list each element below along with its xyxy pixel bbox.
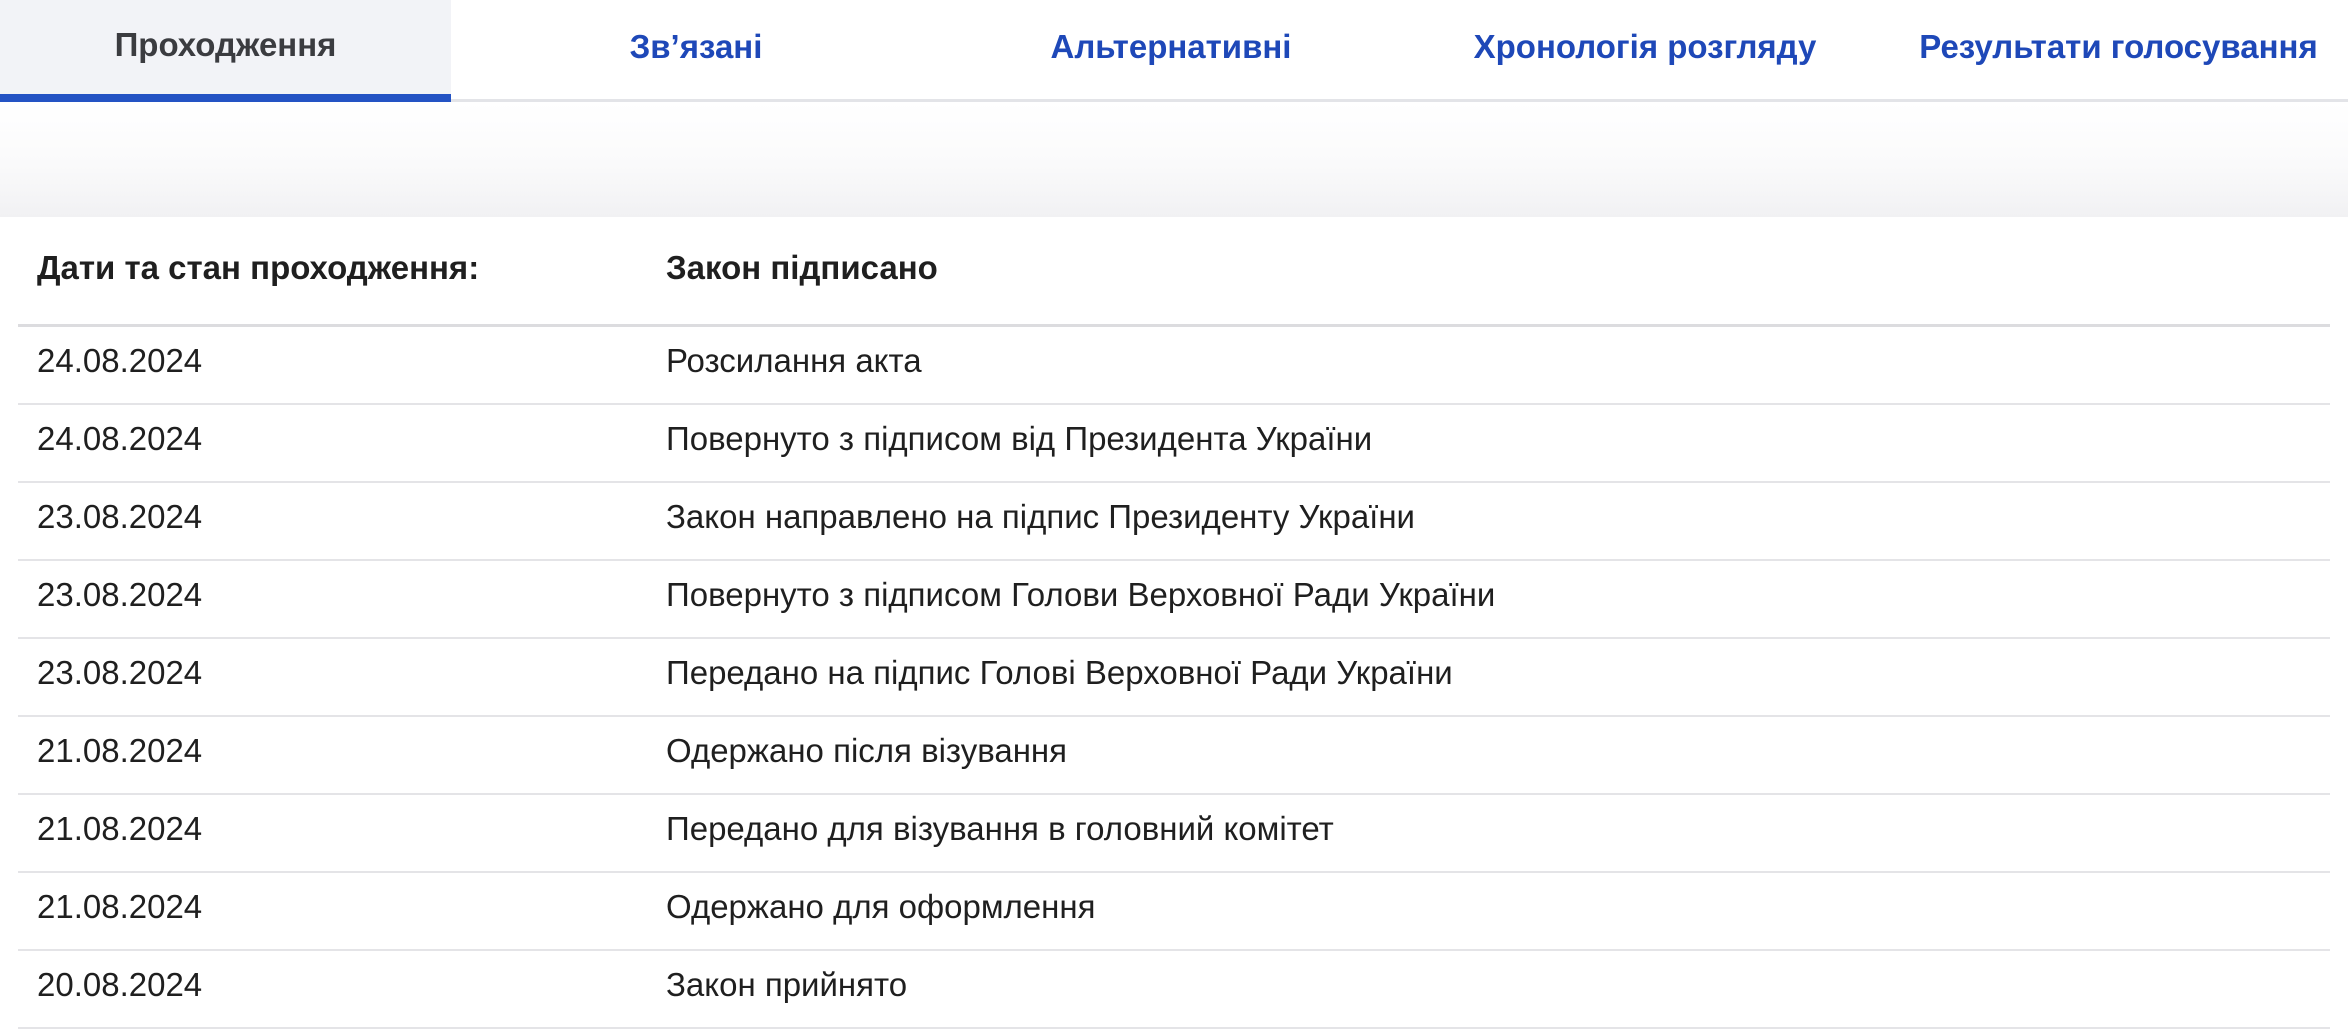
- row-date: 21.08.2024: [37, 732, 203, 769]
- tab-review-chronology[interactable]: Хронологія розгляду: [1401, 0, 1889, 99]
- row-date: 24.08.2024: [37, 342, 203, 379]
- row-date: 24.08.2024: [37, 420, 203, 457]
- section-spacer: [0, 102, 2348, 217]
- row-status: Повернуто з підписом від Президента Укра…: [666, 420, 1373, 457]
- table-row: 20.08.2024 Закон прийнято: [18, 951, 2330, 1029]
- tab-related[interactable]: Зв’язані: [451, 0, 941, 99]
- row-date: 23.08.2024: [37, 576, 203, 613]
- tab-passage[interactable]: Проходження: [0, 0, 451, 102]
- row-date: 21.08.2024: [37, 888, 203, 925]
- row-status: Одержано для оформлення: [666, 888, 1096, 925]
- tab-alternative[interactable]: Альтернативні: [941, 0, 1401, 99]
- row-date: 21.08.2024: [37, 810, 203, 847]
- row-status: Закон прийнято: [666, 966, 908, 1003]
- row-status: Закон направлено на підпис Президенту Ук…: [666, 498, 1415, 535]
- passage-table: Дати та стан проходження: Закон підписан…: [18, 217, 2330, 1029]
- row-status: Одержано після візування: [666, 732, 1068, 769]
- tab-label: Проходження: [114, 25, 337, 63]
- passage-label: Дати та стан проходження:: [37, 248, 480, 286]
- tab-label: Альтернативні: [1050, 27, 1292, 65]
- table-row: 21.08.2024 Передано для візування в голо…: [18, 795, 2330, 873]
- table-row: 23.08.2024 Закон направлено на підпис Пр…: [18, 483, 2330, 561]
- row-date: 23.08.2024: [37, 654, 203, 691]
- table-row: 24.08.2024 Розсилання акта: [18, 327, 2330, 405]
- table-row: 21.08.2024 Одержано для оформлення: [18, 873, 2330, 951]
- tab-label: Зв’язані: [629, 27, 763, 65]
- table-row: 24.08.2024 Повернуто з підписом від През…: [18, 405, 2330, 483]
- row-status: Розсилання акта: [666, 342, 922, 379]
- passage-status: Закон підписано: [666, 248, 938, 286]
- row-status: Передано для візування в головний коміте…: [666, 810, 1334, 847]
- row-date: 20.08.2024: [37, 966, 203, 1003]
- tab-label: Хронологія розгляду: [1473, 27, 1817, 65]
- row-status: Повернуто з підписом Голови Верховної Ра…: [666, 576, 1496, 613]
- table-header-row: Дати та стан проходження: Закон підписан…: [18, 217, 2330, 327]
- table-row: 23.08.2024 Повернуто з підписом Голови В…: [18, 561, 2330, 639]
- row-date: 23.08.2024: [37, 498, 203, 535]
- tab-bar: Проходження Зв’язані Альтернативні Хроно…: [0, 0, 2348, 102]
- row-status: Передано на підпис Голові Верховної Ради…: [666, 654, 1453, 691]
- table-row: 21.08.2024 Одержано після візування: [18, 717, 2330, 795]
- tab-label: Результати голосування: [1919, 27, 2318, 65]
- tab-voting-results[interactable]: Результати голосування: [1889, 0, 2348, 99]
- table-row: 23.08.2024 Передано на підпис Голові Вер…: [18, 639, 2330, 717]
